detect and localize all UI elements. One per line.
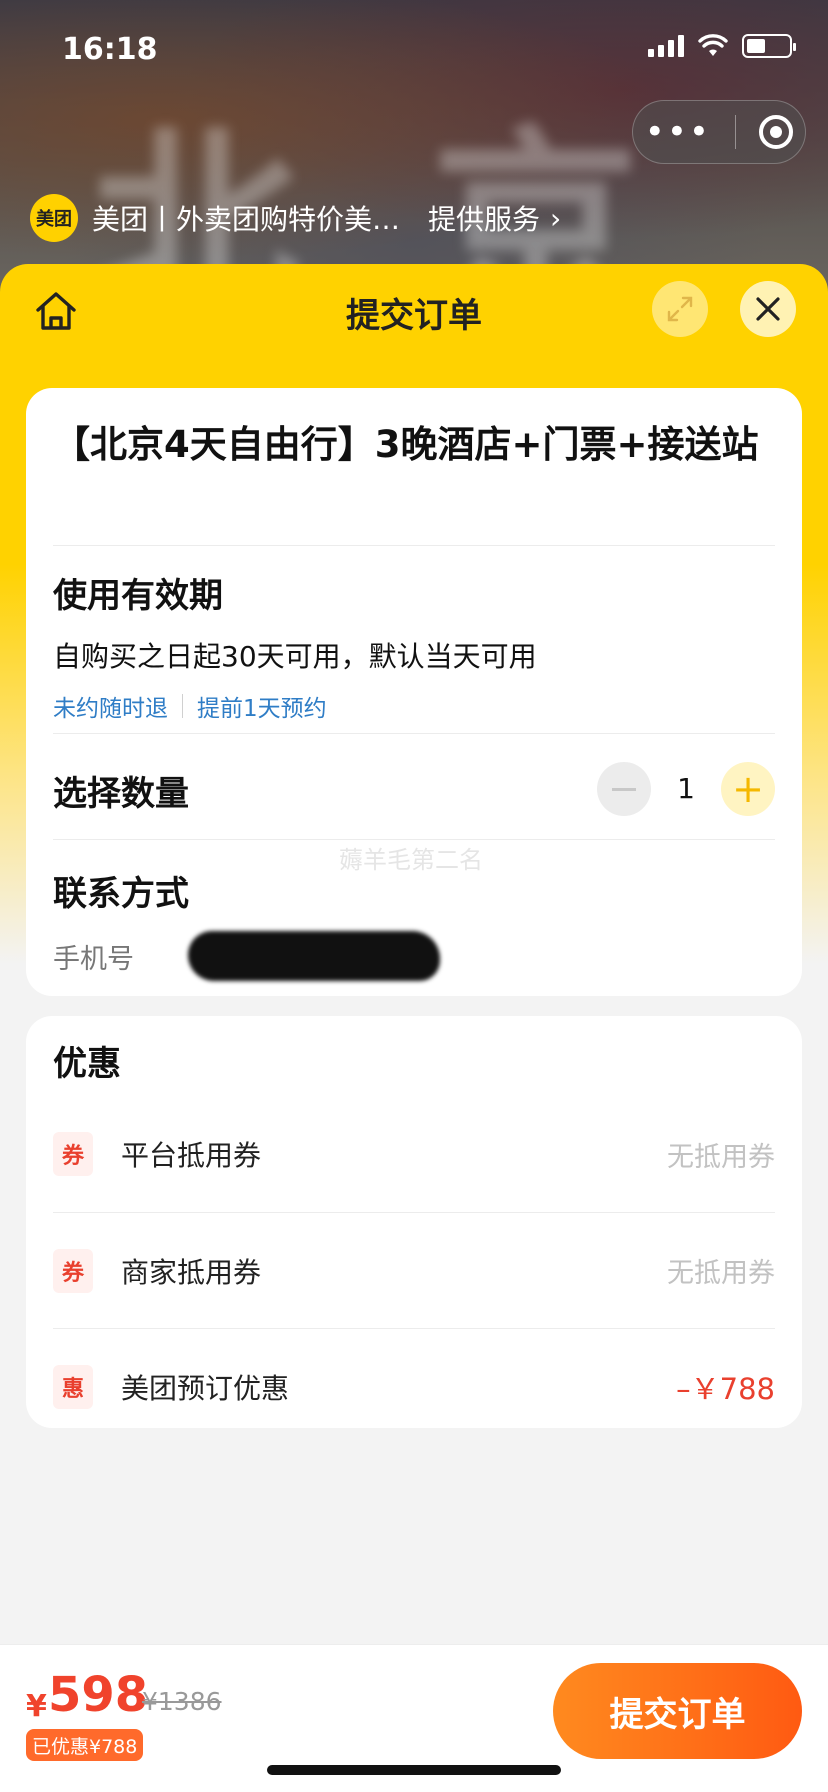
cellular-signal-icon	[648, 35, 684, 57]
quantity-section: 选择数量 1 +	[53, 734, 775, 840]
sheet-header: 提交订单	[0, 264, 828, 374]
close-mini-program-icon[interactable]	[759, 115, 794, 149]
quantity-decrease-button[interactable]	[597, 762, 651, 816]
coupon-badge-icon: 券	[53, 1132, 93, 1176]
submit-order-button[interactable]: 提交订单	[553, 1663, 802, 1759]
validity-description: 自购买之日起30天可用，默认当天可用	[53, 640, 537, 673]
more-icon[interactable]: •••	[645, 115, 711, 149]
wifi-icon	[698, 34, 728, 56]
tag-divider	[182, 694, 183, 718]
phone-label: 手机号	[53, 943, 134, 975]
home-indicator	[267, 1765, 561, 1775]
promo-row-platform-coupon[interactable]: 券 平台抵用券 无抵用券	[53, 1096, 775, 1212]
status-time: 16:18	[62, 32, 158, 67]
price-currency: ¥	[26, 1689, 47, 1724]
mini-program-info-bar[interactable]: 美团 美团丨外卖团购特价美… 提供服务 ›	[30, 194, 561, 242]
promotions-title: 优惠	[53, 1044, 121, 1084]
promo-name: 美团预订优惠	[121, 1371, 290, 1405]
chevron-right-icon: ›	[550, 201, 562, 235]
coupon-badge-icon: 券	[53, 1248, 93, 1293]
quantity-increase-button[interactable]: +	[721, 762, 775, 816]
promo-row-merchant-coupon[interactable]: 券 商家抵用券 无抵用券	[53, 1212, 775, 1328]
capsule-divider	[734, 115, 736, 149]
validity-section: 使用有效期 自购买之日起30天可用，默认当天可用 未约随时退 提前1天预约	[53, 546, 775, 734]
expand-button[interactable]	[652, 281, 708, 337]
close-icon	[756, 297, 780, 321]
battery-icon	[742, 34, 796, 58]
promo-value: –￥788	[676, 1371, 775, 1406]
discount-badge-icon: 惠	[53, 1364, 93, 1409]
validity-tags: 未约随时退 提前1天预约	[53, 689, 775, 723]
plus-icon: +	[732, 767, 764, 811]
phone-redaction[interactable]	[188, 931, 440, 981]
mini-program-title: 美团丨外卖团购特价美…	[92, 203, 401, 236]
promo-value: 无抵用券	[667, 1141, 775, 1173]
promotions-card: 优惠 券 平台抵用券 无抵用券 券 商家抵用券 无抵用券 惠 美团预订优惠 –￥…	[26, 1016, 802, 1428]
meituan-logo: 美团	[30, 194, 78, 242]
mini-program-capsule[interactable]: •••	[632, 100, 806, 164]
battery-level	[747, 39, 765, 53]
promo-row-booking-discount[interactable]: 惠 美团预订优惠 –￥788	[53, 1328, 775, 1444]
status-icons	[648, 34, 796, 58]
original-price: ¥1386	[142, 1687, 222, 1716]
status-bar: 16:18	[0, 0, 828, 100]
phone-row[interactable]: 手机号	[53, 931, 775, 981]
refund-tag[interactable]: 未约随时退	[53, 689, 168, 723]
quantity-label: 选择数量	[53, 774, 189, 814]
product-card: 【北京4天自由行】3晚酒店+门票+接送站 使用有效期 自购买之日起30天可用，默…	[26, 388, 802, 996]
promo-name: 平台抵用券	[121, 1139, 262, 1172]
promo-name: 商家抵用券	[121, 1255, 262, 1289]
promo-value: 无抵用券	[667, 1258, 775, 1289]
total-price: 598	[48, 1667, 149, 1723]
service-provider-link[interactable]: 提供服务	[428, 198, 540, 238]
expand-icon	[667, 296, 693, 322]
close-button[interactable]	[740, 281, 796, 337]
minus-icon	[612, 787, 636, 791]
reservation-tag[interactable]: 提前1天预约	[197, 689, 327, 723]
contact-section: 薅羊毛第二名 联系方式 手机号	[53, 840, 775, 990]
watermark: 薅羊毛第二名	[339, 846, 483, 874]
order-sheet: 提交订单 【北京4天自由行】3晚酒店+门票+接送站 使用有效期 自购买之日起30…	[0, 264, 828, 1792]
product-title: 【北京4天自由行】3晚酒店+门票+接送站	[53, 388, 775, 546]
saved-amount-badge[interactable]: 已优惠¥788	[26, 1729, 144, 1761]
validity-label: 使用有效期	[53, 576, 223, 616]
quantity-value: 1	[677, 772, 695, 805]
